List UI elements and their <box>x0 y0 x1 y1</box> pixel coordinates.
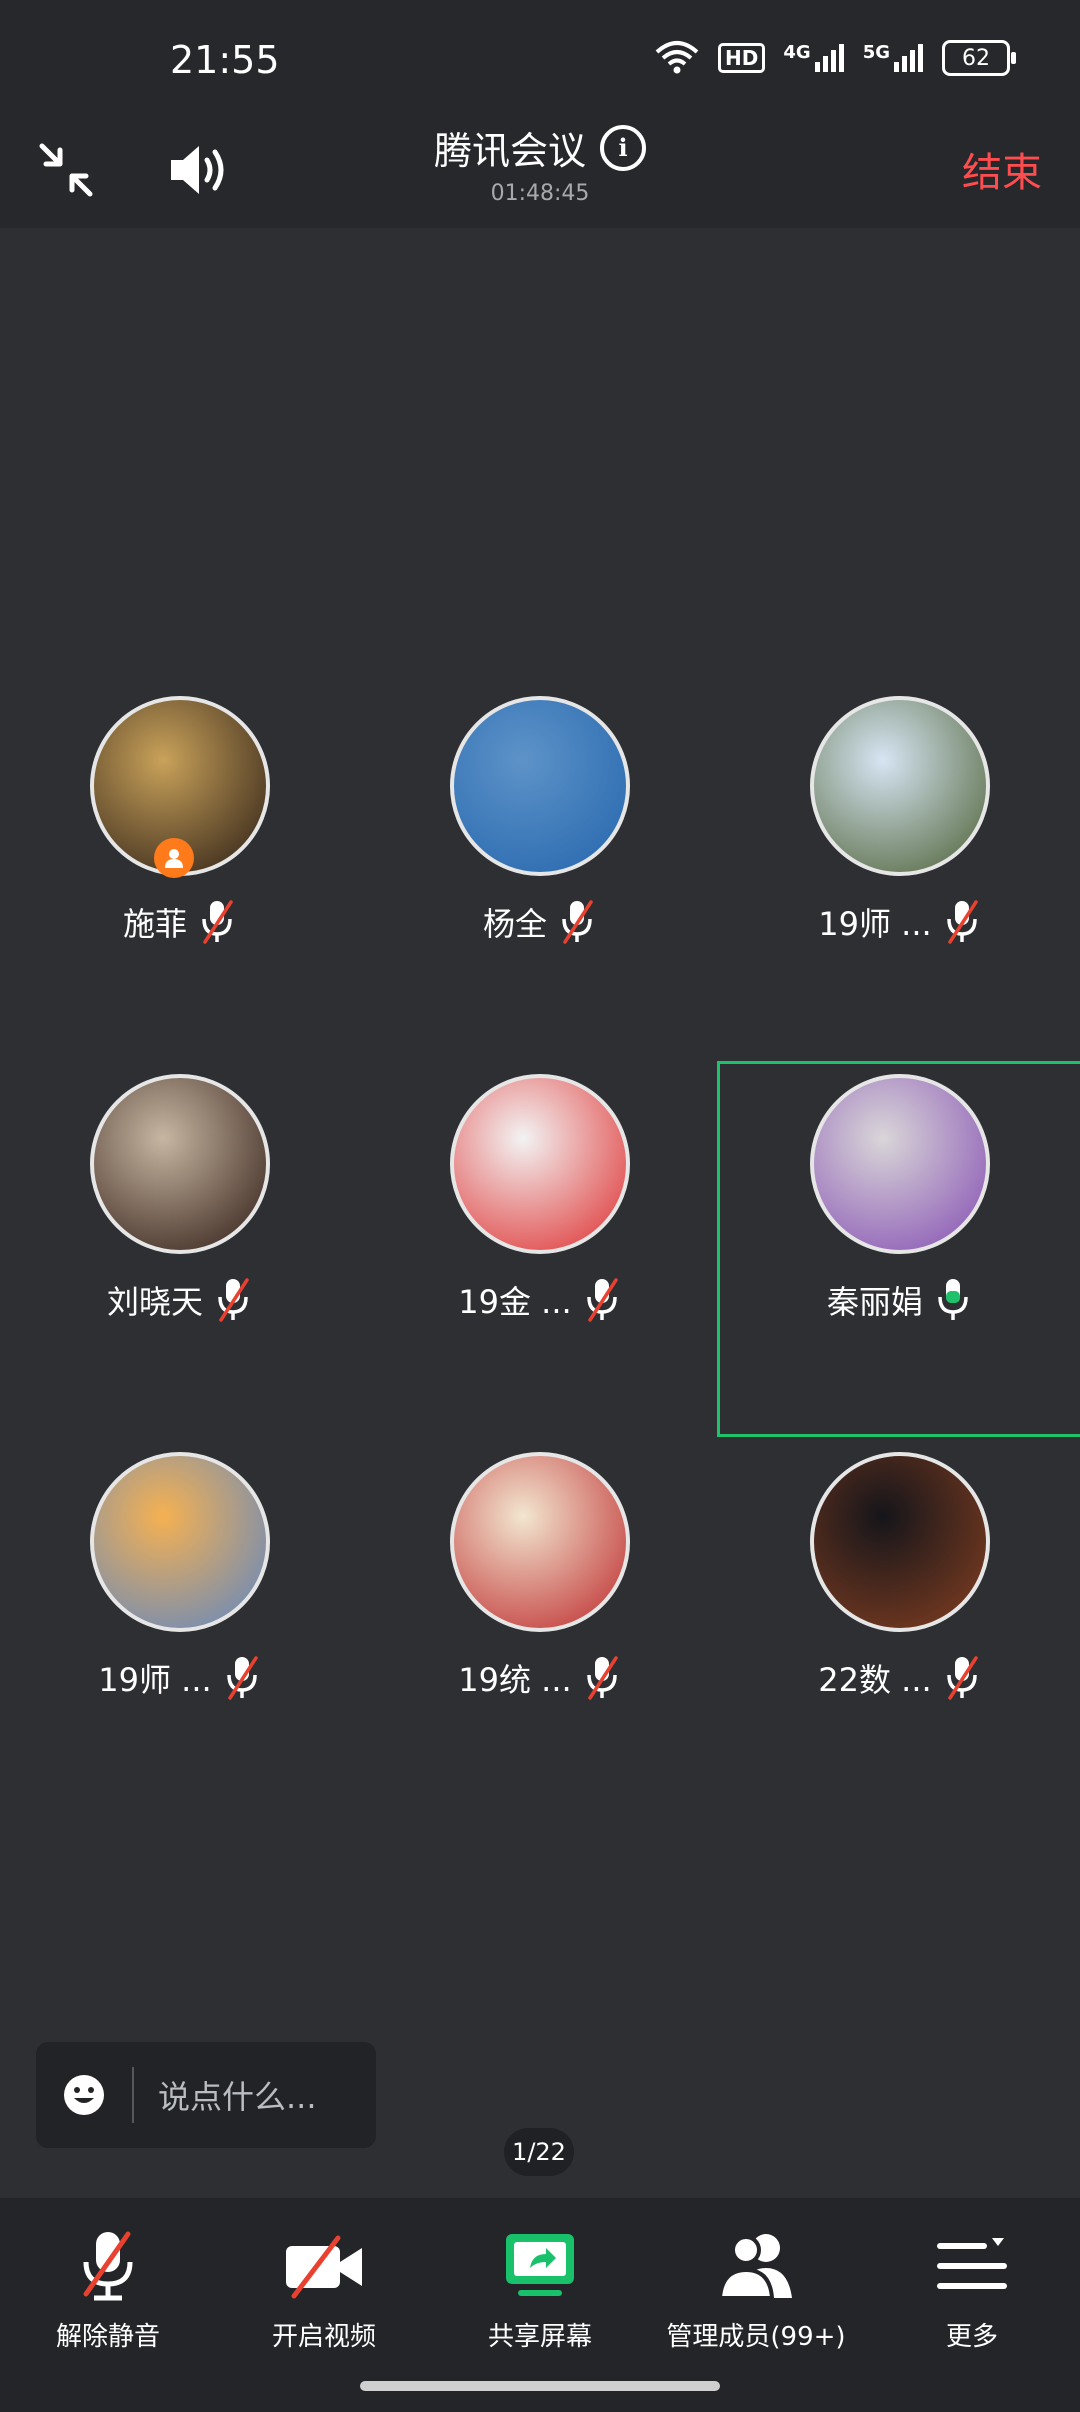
hd-icon: HD <box>718 43 766 73</box>
participant-tile[interactable]: 秦丽娟 <box>717 1061 1080 1437</box>
participant-name: 施菲 <box>122 905 187 943</box>
home-indicator[interactable] <box>360 2381 720 2391</box>
participant-name-row: 杨全 <box>360 898 720 946</box>
participant-name-row: 19统 ... <box>360 1654 720 1702</box>
start-video-label: 开启视频 <box>271 2322 376 2352</box>
participant-name: 19师 ... <box>818 905 932 943</box>
manage-members-button[interactable]: 管理成员(99+) <box>648 2198 864 2363</box>
participant-tile[interactable]: 19师 ... <box>0 1442 360 1812</box>
participant-avatar <box>450 1074 630 1254</box>
participant-avatar <box>810 1452 990 1632</box>
participant-avatar <box>450 1452 630 1632</box>
more-menu-icon <box>937 2238 1007 2289</box>
participant-tile[interactable]: 19金 ... <box>360 1064 720 1434</box>
mic-muted-icon <box>946 900 978 944</box>
battery-icon: 62 <box>942 40 1016 76</box>
participant-avatar <box>450 696 630 876</box>
chat-divider <box>132 2067 134 2123</box>
mic-muted-icon <box>946 1656 978 1700</box>
participant-name-row: 19师 ... <box>720 898 1080 946</box>
status-bar: 21:55 HD 4G 5G 62 <box>0 0 1080 120</box>
mic-muted-icon <box>586 1656 618 1700</box>
participant-name-row: 刘晓天 <box>0 1276 360 1324</box>
host-badge-icon <box>154 838 194 878</box>
participant-tile[interactable]: 施菲 <box>0 686 360 1056</box>
chat-input[interactable]: 说点什么... <box>36 2042 376 2148</box>
mic-muted-icon <box>218 1278 249 1322</box>
signal-4g-icon: 4G <box>783 42 844 74</box>
participant-name-row: 秦丽娟 <box>720 1276 1080 1324</box>
participant-name: 19金 ... <box>458 1283 572 1321</box>
participant-tile[interactable]: 刘晓天 <box>0 1064 360 1434</box>
info-icon: i <box>600 124 646 171</box>
emoji-icon[interactable] <box>62 2073 106 2117</box>
participant-tile[interactable]: 19统 ... <box>360 1442 720 1812</box>
meeting-title-area: 腾讯会议 i 01:48:45 <box>0 120 1080 206</box>
signal-5g-icon: 5G <box>863 42 924 74</box>
more-label: 更多 <box>945 2322 998 2352</box>
participant-avatar <box>90 1452 270 1632</box>
share-screen-button[interactable]: 共享屏幕 <box>432 2198 648 2363</box>
mic-muted-icon <box>202 900 233 944</box>
status-time: 21:55 <box>170 38 280 82</box>
more-button[interactable]: 更多 <box>864 2198 1080 2363</box>
mic-muted-icon <box>586 1278 618 1322</box>
participant-name-row: 22数 ... <box>720 1654 1080 1702</box>
participant-name: 22数 ... <box>818 1661 932 1699</box>
participant-name: 杨全 <box>482 905 547 943</box>
end-meeting-button[interactable]: 结束 <box>962 140 1042 198</box>
participant-name-row: 19师 ... <box>0 1654 360 1702</box>
meeting-timer: 01:48:45 <box>490 181 590 206</box>
meeting-toolbar: 解除静音 开启视频 共享屏幕 管理成员(99+) 更多 <box>0 2198 1080 2363</box>
participant-tile[interactable]: 杨全 <box>360 686 720 1056</box>
mic-speaking-icon <box>938 1279 968 1320</box>
meeting-header: 腾讯会议 i 01:48:45 结束 <box>0 120 1080 228</box>
participant-name: 秦丽娟 <box>826 1283 923 1321</box>
video-off-icon <box>286 2235 362 2299</box>
unmute-label: 解除静音 <box>55 2322 160 2352</box>
system-nav-bar <box>0 2363 1080 2412</box>
wifi-icon <box>655 41 699 74</box>
participant-name: 刘晓天 <box>106 1283 203 1321</box>
participant-tile[interactable]: 19师 ... <box>720 686 1080 1056</box>
participant-tile[interactable]: 22数 ... <box>720 1442 1080 1812</box>
manage-members-label: 管理成员(99+) <box>666 2322 846 2352</box>
unmute-button[interactable]: 解除静音 <box>0 2198 216 2363</box>
share-screen-icon <box>506 2234 574 2296</box>
page-indicator: 1/22 <box>504 2128 574 2176</box>
participant-name: 19统 ... <box>458 1661 572 1699</box>
mic-muted-icon <box>562 900 593 944</box>
share-screen-label: 共享屏幕 <box>487 2322 592 2352</box>
chat-placeholder: 说点什么... <box>158 2078 317 2116</box>
meeting-title-text: 腾讯会议 <box>433 129 586 173</box>
participant-name: 19师 ... <box>98 1661 212 1699</box>
participant-avatar <box>810 1074 990 1254</box>
mic-muted-icon <box>83 2231 133 2301</box>
mic-muted-icon <box>226 1656 258 1700</box>
members-icon <box>717 2234 792 2300</box>
start-video-button[interactable]: 开启视频 <box>216 2198 432 2363</box>
participant-avatar <box>810 696 990 876</box>
participant-name-row: 施菲 <box>0 898 360 946</box>
participant-avatar <box>90 1074 270 1254</box>
participant-name-row: 19金 ... <box>360 1276 720 1324</box>
meeting-title[interactable]: 腾讯会议 i <box>434 120 646 175</box>
status-icons: HD 4G 5G 62 <box>654 40 1016 76</box>
